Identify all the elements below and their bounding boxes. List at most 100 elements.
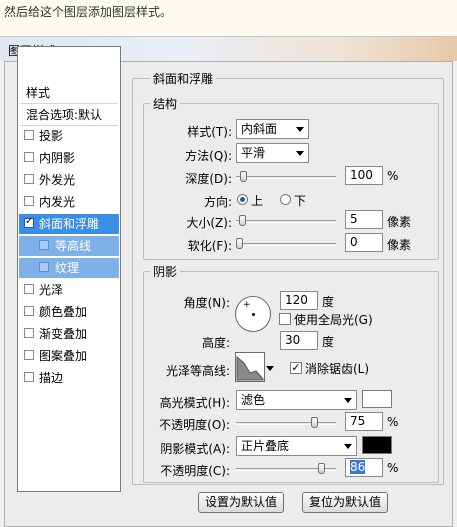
shadow-opacity-label: 不透明度(C): [160, 464, 230, 478]
chevron-down-icon[interactable] [266, 366, 274, 371]
sidebar-item-checkbox[interactable] [39, 240, 49, 250]
sidebar-item-label: 等高线 [55, 239, 92, 253]
sidebar-item-checkbox[interactable]: ✓ [24, 216, 34, 228]
reset-default-button[interactable]: 复位为默认值 [302, 492, 388, 513]
technique-label: 方法(Q): [185, 149, 232, 163]
sidebar-item-label: 混合选项:默认 [26, 108, 103, 122]
sidebar-item[interactable]: 纹理 [19, 258, 119, 278]
sidebar-item[interactable]: 颜色叠加 [19, 302, 119, 322]
shading-title: 阴影 [150, 263, 181, 280]
altitude-label: 高度: [201, 336, 230, 350]
sidebar-item-checkbox[interactable] [24, 284, 34, 294]
sidebar-item[interactable]: 投影 [19, 126, 119, 146]
checkmark-icon: ✓ [25, 216, 34, 227]
sidebar-item[interactable]: 图案叠加 [19, 346, 119, 366]
chevron-down-icon [344, 398, 352, 403]
angle-label: 角度(N): [183, 296, 230, 310]
panel-title: 斜面和浮雕 [150, 70, 217, 87]
sidebar-item[interactable]: 光泽 [19, 280, 119, 300]
sidebar-item-label: 纹理 [55, 261, 80, 275]
highlight-mode-label: 高光模式(H): [159, 396, 230, 410]
sidebar-item-label: 渐变叠加 [39, 327, 88, 341]
sidebar-item-checkbox[interactable] [39, 262, 49, 272]
sidebar-item-label: 投影 [39, 129, 64, 143]
sidebar-item[interactable]: 内发光 [19, 192, 119, 212]
soften-input[interactable]: 0 [345, 233, 383, 252]
sidebar-item[interactable]: 描边 [19, 368, 119, 388]
sidebar-item-checkbox[interactable] [24, 152, 34, 162]
size-slider-thumb[interactable] [239, 215, 246, 226]
structure-title: 结构 [150, 95, 181, 112]
chevron-down-icon [344, 444, 352, 449]
angle-input[interactable]: 120 [280, 291, 318, 310]
sidebar-item-checkbox[interactable] [24, 350, 34, 360]
sidebar-item[interactable]: 内阴影 [19, 148, 119, 168]
altitude-input[interactable]: 30 [280, 331, 318, 350]
sidebar-item-checkbox[interactable] [24, 306, 34, 316]
sidebar-item[interactable]: 等高线 [19, 236, 119, 256]
shadow-mode-select[interactable]: 正片叠底 [236, 436, 357, 456]
highlight-opacity-slider-thumb[interactable] [311, 417, 318, 428]
make-default-button[interactable]: 设置为默认值 [198, 492, 284, 513]
sidebar-item-checkbox[interactable] [24, 196, 34, 206]
sidebar-item-label: 外发光 [39, 173, 76, 187]
angle-dial[interactable]: + [235, 296, 271, 332]
direction-label: 方向: [203, 195, 232, 209]
shadow-opacity-input[interactable]: 86 [345, 458, 383, 477]
soften-slider-thumb[interactable] [236, 238, 243, 249]
depth-input[interactable]: 100 [345, 166, 383, 185]
highlight-opacity-input[interactable]: 75 [345, 412, 383, 431]
sidebar-item-label: 内发光 [39, 195, 76, 209]
size-slider[interactable] [236, 220, 336, 223]
sidebar-header-label: 样式 [26, 86, 51, 100]
sidebar-item-label: 图案叠加 [39, 349, 88, 363]
shadow-mode-label: 阴影模式(A): [160, 442, 230, 456]
angle-dial-center [252, 313, 255, 316]
style-select[interactable]: 内斜面 [236, 119, 309, 139]
soften-slider[interactable] [236, 243, 336, 246]
size-input[interactable]: 5 [345, 210, 383, 229]
gloss-contour-label: 光泽等高线: [165, 364, 230, 378]
highlight-opacity-label: 不透明度(O): [159, 418, 230, 432]
shadow-opacity-value: 86 [350, 460, 366, 474]
highlight-mode-value: 滤色 [241, 393, 266, 407]
sidebar-item[interactable]: 渐变叠加 [19, 324, 119, 344]
sidebar-item-label: 颜色叠加 [39, 305, 88, 319]
sidebar-item-label: 斜面和浮雕 [39, 217, 100, 231]
direction-down-label: 下 [294, 194, 307, 208]
chevron-down-icon [296, 151, 304, 156]
anti-alias-label: 消除锯齿(L) [305, 362, 370, 376]
shadow-color-swatch[interactable] [362, 436, 392, 454]
sidebar-item-checkbox[interactable] [24, 372, 34, 382]
depth-slider[interactable] [236, 176, 336, 179]
page-caption: 然后给这个图层添加图层样式。 [4, 5, 173, 19]
soften-label: 软化(F): [187, 239, 232, 253]
chevron-down-icon [296, 127, 304, 132]
altitude-unit: 度 [322, 335, 335, 349]
highlight-mode-select[interactable]: 滤色 [236, 390, 357, 410]
sidebar-item-checkbox[interactable] [24, 328, 34, 338]
size-label: 大小(Z): [186, 216, 232, 230]
direction-up-label: 上 [251, 194, 264, 208]
angle-unit: 度 [322, 295, 335, 309]
sidebar-item-checkbox[interactable] [24, 174, 34, 184]
direction-up-radio[interactable] [237, 194, 248, 205]
anti-alias-checkbox[interactable]: ✓ [290, 362, 302, 374]
highlight-opacity-slider[interactable] [236, 422, 336, 425]
depth-slider-thumb[interactable] [240, 171, 247, 182]
sidebar-item[interactable]: 外发光 [19, 170, 119, 190]
sidebar-item[interactable]: ✓ 斜面和浮雕 [19, 214, 119, 234]
sidebar-item-label: 光泽 [39, 283, 64, 297]
direction-down-radio[interactable] [280, 194, 291, 205]
sidebar-item-blend-options[interactable]: 混合选项:默认 [20, 105, 118, 126]
technique-value: 平滑 [241, 146, 266, 160]
sidebar-item-checkbox[interactable] [24, 130, 34, 140]
global-light-checkbox[interactable] [279, 313, 291, 325]
technique-select[interactable]: 平滑 [236, 143, 309, 163]
style-value: 内斜面 [241, 122, 278, 136]
shadow-mode-value: 正片叠底 [241, 439, 290, 453]
depth-unit: % [387, 169, 399, 183]
gloss-contour-icon[interactable] [235, 352, 265, 382]
shadow-opacity-slider-thumb[interactable] [318, 463, 325, 474]
highlight-color-swatch[interactable] [362, 390, 392, 408]
